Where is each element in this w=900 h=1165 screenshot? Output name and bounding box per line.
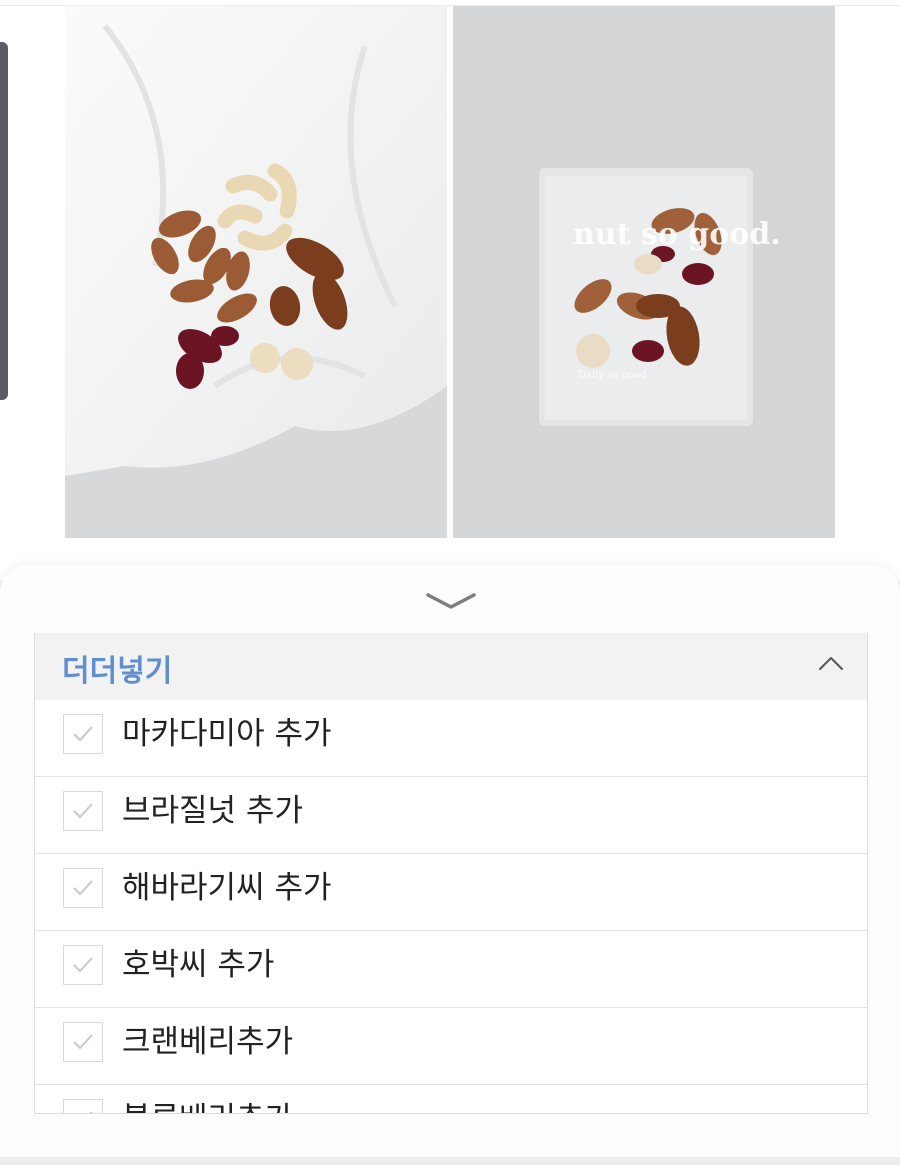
option-row-macadamia[interactable]: 마카다미아 추가 — [35, 700, 867, 777]
side-drawer-handle[interactable] — [0, 42, 8, 400]
option-label: 호박씨 추가 — [122, 947, 275, 983]
option-checkbox[interactable] — [63, 868, 103, 908]
option-checkbox[interactable] — [63, 945, 103, 985]
option-checkbox[interactable] — [63, 791, 103, 831]
check-icon — [73, 1034, 93, 1050]
check-icon — [73, 957, 93, 973]
pack-brand-text: nut so good. — [573, 217, 781, 252]
option-group-title: 더더넣기 — [62, 654, 173, 689]
option-label: 해바라기씨 추가 — [122, 870, 332, 906]
option-row-cranberry[interactable]: 크랜베리추가 — [35, 1008, 867, 1085]
option-label: 브라질넛 추가 — [122, 793, 303, 829]
option-label: 크랜베리추가 — [122, 1024, 294, 1060]
check-icon — [73, 803, 93, 819]
chevron-up-icon — [819, 657, 843, 670]
option-checkbox[interactable] — [63, 714, 103, 754]
option-checkbox[interactable] — [63, 1099, 103, 1113]
nuts-pack-photo: nut so good. Daily so good — [453, 6, 835, 538]
collapse-sheet-button[interactable] — [418, 583, 484, 619]
bottom-divider — [0, 1157, 900, 1165]
option-row-pumpkin-seed[interactable]: 호박씨 추가 — [35, 931, 867, 1008]
mixed-nuts-on-cloth-photo — [65, 6, 447, 538]
option-label: 블루베리추가 — [122, 1093, 293, 1113]
check-icon — [73, 880, 93, 896]
option-row-blueberry[interactable]: 블루베리추가 — [35, 1085, 867, 1113]
check-icon — [73, 726, 93, 742]
option-group-panel: 더더넣기 마카다미아 추가 브라질넛 추가 해바라기씨 추가 호박씨 추가 크랜… — [34, 633, 868, 1114]
option-bottom-sheet: 더더넣기 마카다미아 추가 브라질넛 추가 해바라기씨 추가 호박씨 추가 크랜… — [0, 565, 900, 1165]
option-checkbox[interactable] — [63, 1022, 103, 1062]
pack-sub-text: Daily so good — [578, 370, 647, 381]
product-image-nut-pack[interactable]: nut so good. Daily so good — [453, 6, 835, 538]
check-icon — [89, 1111, 93, 1113]
chevron-down-icon — [426, 593, 476, 609]
option-row-brazil-nut[interactable]: 브라질넛 추가 — [35, 777, 867, 854]
option-row-sunflower-seed[interactable]: 해바라기씨 추가 — [35, 854, 867, 931]
product-image-nuts-on-cloth[interactable] — [65, 6, 447, 538]
option-label: 마카다미아 추가 — [122, 716, 332, 752]
option-group-header[interactable]: 더더넣기 — [35, 633, 867, 700]
